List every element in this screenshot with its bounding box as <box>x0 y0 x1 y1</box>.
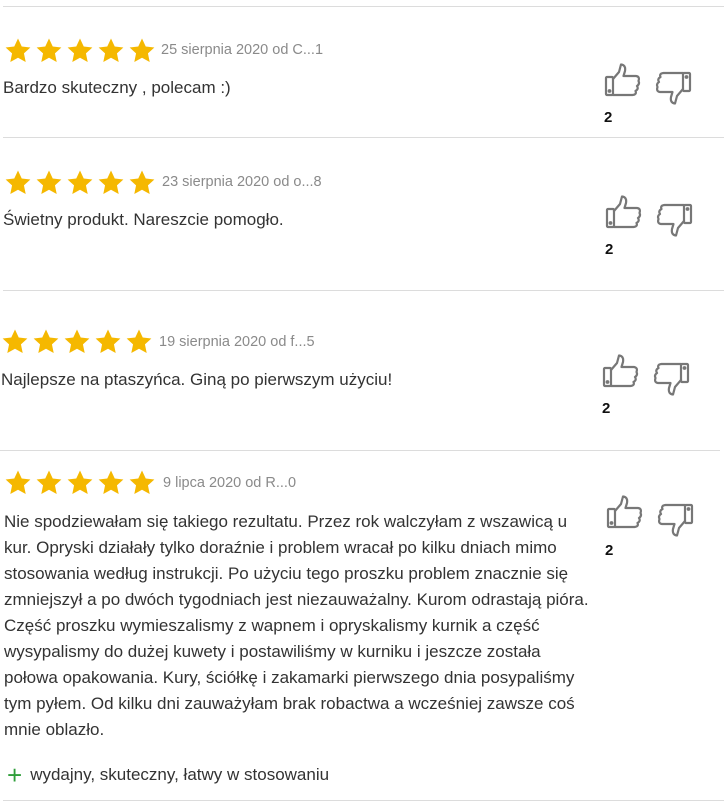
rating-stars <box>4 37 156 64</box>
star-icon <box>4 169 32 196</box>
review-meta: 25 sierpnia 2020 od C...1 <box>161 42 324 58</box>
star-icon <box>66 169 94 196</box>
divider <box>3 800 724 801</box>
review-meta: 23 sierpnia 2020 od o...8 <box>162 174 322 190</box>
star-icon <box>94 328 122 355</box>
like-count: 2 <box>605 241 614 258</box>
like-count: 2 <box>605 542 614 559</box>
review-text: Bardzo skuteczny , polecam :) <box>3 78 231 97</box>
rating-stars <box>4 169 156 196</box>
star-icon <box>125 328 153 355</box>
star-icon <box>128 37 156 64</box>
star-icon <box>128 469 156 496</box>
review-meta: 19 sierpnia 2020 od f...5 <box>159 334 315 350</box>
divider <box>0 450 720 451</box>
pros-text: wydajny, skuteczny, łatwy w stosowaniu <box>30 765 330 784</box>
star-icon <box>32 328 60 355</box>
star-icon <box>4 37 32 64</box>
divider <box>3 137 724 138</box>
review-meta: 9 lipca 2020 od R...0 <box>163 475 297 491</box>
star-icon <box>63 328 91 355</box>
like-count: 2 <box>604 109 613 126</box>
thumbs-down-icon[interactable] <box>655 200 693 238</box>
star-icon <box>1 328 29 355</box>
star-icon <box>35 37 63 64</box>
star-icon <box>35 169 63 196</box>
review-text: Nie spodziewałam się takiego rezultatu. … <box>4 512 589 739</box>
star-icon <box>4 469 32 496</box>
star-icon <box>66 37 94 64</box>
thumbs-down-icon[interactable] <box>652 359 690 397</box>
star-icon <box>97 37 125 64</box>
thumbs-up-icon[interactable] <box>605 194 643 232</box>
star-icon <box>35 469 63 496</box>
rating-stars <box>1 328 153 355</box>
like-count: 2 <box>602 400 611 417</box>
star-icon <box>66 469 94 496</box>
divider <box>3 290 724 291</box>
review-text: Świetny produkt. Nareszcie pomogło. <box>3 210 284 229</box>
rating-stars <box>4 469 156 496</box>
star-icon <box>128 169 156 196</box>
star-icon <box>97 169 125 196</box>
pros-line: + wydajny, skuteczny, łatwy w stosowaniu <box>7 760 330 790</box>
divider <box>3 6 724 7</box>
thumbs-down-icon[interactable] <box>656 500 694 538</box>
thumbs-up-icon[interactable] <box>604 62 642 100</box>
thumbs-down-icon[interactable] <box>654 68 692 106</box>
thumbs-up-icon[interactable] <box>606 494 644 532</box>
thumbs-up-icon[interactable] <box>602 353 640 391</box>
review-text: Najlepsze na ptaszyńca. Giną po pierwszy… <box>1 370 393 389</box>
plus-icon: + <box>7 760 23 790</box>
star-icon <box>97 469 125 496</box>
